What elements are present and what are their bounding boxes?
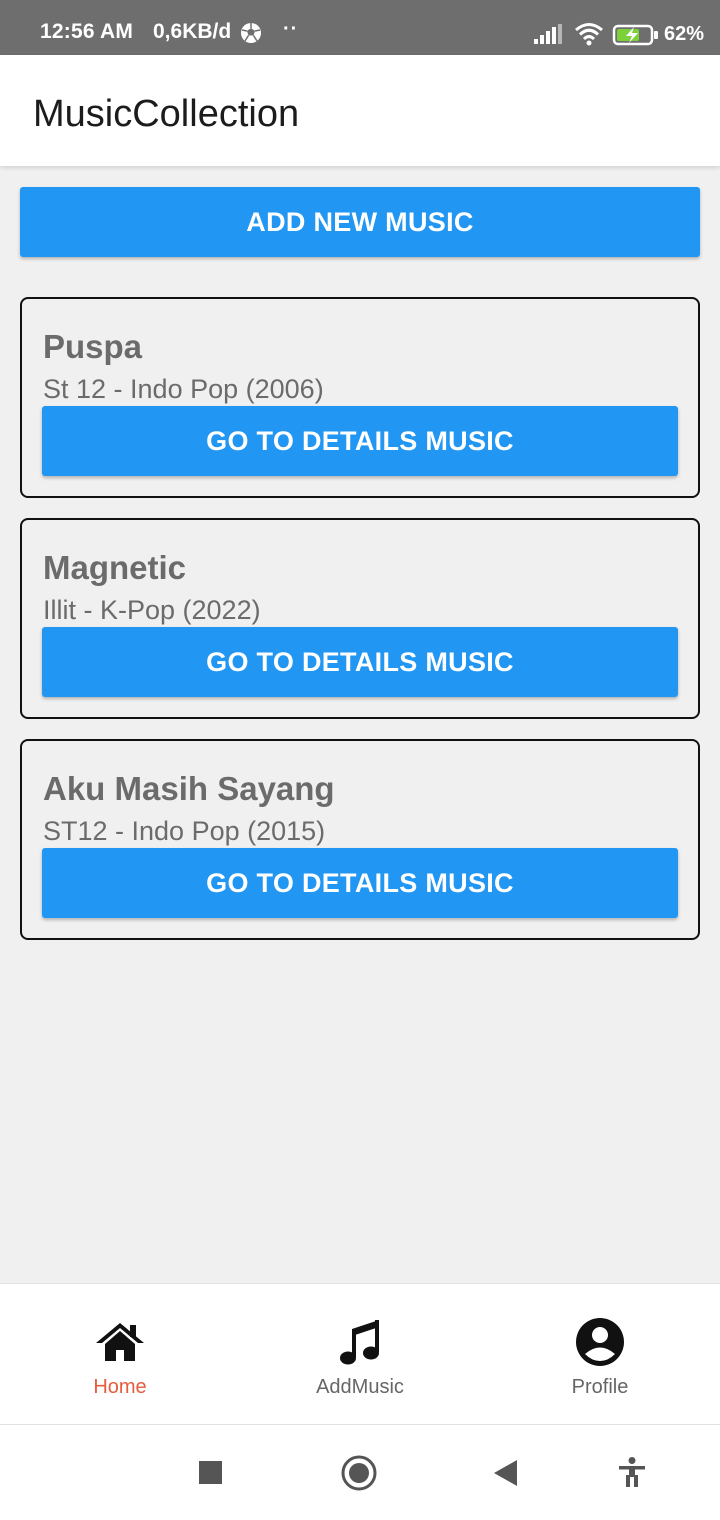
system-navigation-bar bbox=[0, 1425, 720, 1520]
nav-label-profile: Profile bbox=[571, 1376, 629, 1398]
go-to-details-button[interactable]: GO TO DETAILS MUSIC bbox=[42, 627, 678, 697]
battery-charging-icon bbox=[612, 24, 660, 51]
nav-item-home[interactable]: Home bbox=[0, 1284, 240, 1426]
music-card: Aku Masih Sayang ST12 - Indo Pop (2015) … bbox=[20, 739, 700, 940]
nav-item-profile[interactable]: Profile bbox=[480, 1284, 720, 1426]
soccer-ball-icon bbox=[240, 22, 262, 49]
wifi-icon bbox=[574, 22, 604, 51]
go-to-details-button[interactable]: GO TO DETAILS MUSIC bbox=[42, 406, 678, 476]
music-subtitle: St 12 - Indo Pop (2006) bbox=[43, 374, 324, 404]
nav-label-addmusic: AddMusic bbox=[316, 1376, 404, 1398]
app-bar: MusicCollection bbox=[0, 55, 720, 166]
nav-label-home: Home bbox=[93, 1376, 147, 1398]
bottom-navigation: Home AddMusic Profile bbox=[0, 1283, 720, 1425]
battery-percent: 62% bbox=[664, 23, 705, 45]
music-card: Magnetic Illit - K-Pop (2022) GO TO DETA… bbox=[20, 518, 700, 719]
status-data-rate: 0,6KB/d bbox=[153, 20, 232, 43]
status-bar: 12:56 AM 0,6KB/d ·· 62% bbox=[0, 0, 720, 55]
music-note-icon bbox=[335, 1317, 385, 1367]
home-button-icon[interactable] bbox=[341, 1455, 377, 1496]
back-icon[interactable] bbox=[494, 1460, 518, 1491]
status-time: 12:56 AM bbox=[40, 20, 134, 43]
app-title: MusicCollection bbox=[33, 93, 300, 135]
music-title: Puspa bbox=[43, 328, 143, 365]
music-subtitle: Illit - K-Pop (2022) bbox=[43, 595, 261, 625]
music-title: Aku Masih Sayang bbox=[43, 770, 335, 807]
accessibility-icon[interactable] bbox=[618, 1457, 646, 1492]
add-new-music-button[interactable]: ADD NEW MUSIC bbox=[20, 187, 700, 257]
recent-apps-icon[interactable] bbox=[199, 1461, 222, 1489]
home-icon bbox=[95, 1317, 145, 1367]
music-card: Puspa St 12 - Indo Pop (2006) GO TO DETA… bbox=[20, 297, 700, 498]
go-to-details-button[interactable]: GO TO DETAILS MUSIC bbox=[42, 848, 678, 918]
music-title: Magnetic bbox=[43, 549, 187, 586]
nav-item-addmusic[interactable]: AddMusic bbox=[240, 1284, 480, 1426]
music-subtitle: ST12 - Indo Pop (2015) bbox=[43, 816, 326, 846]
account-circle-icon bbox=[575, 1317, 625, 1367]
signal-icon bbox=[534, 24, 562, 49]
status-dots: ·· bbox=[283, 18, 299, 40]
